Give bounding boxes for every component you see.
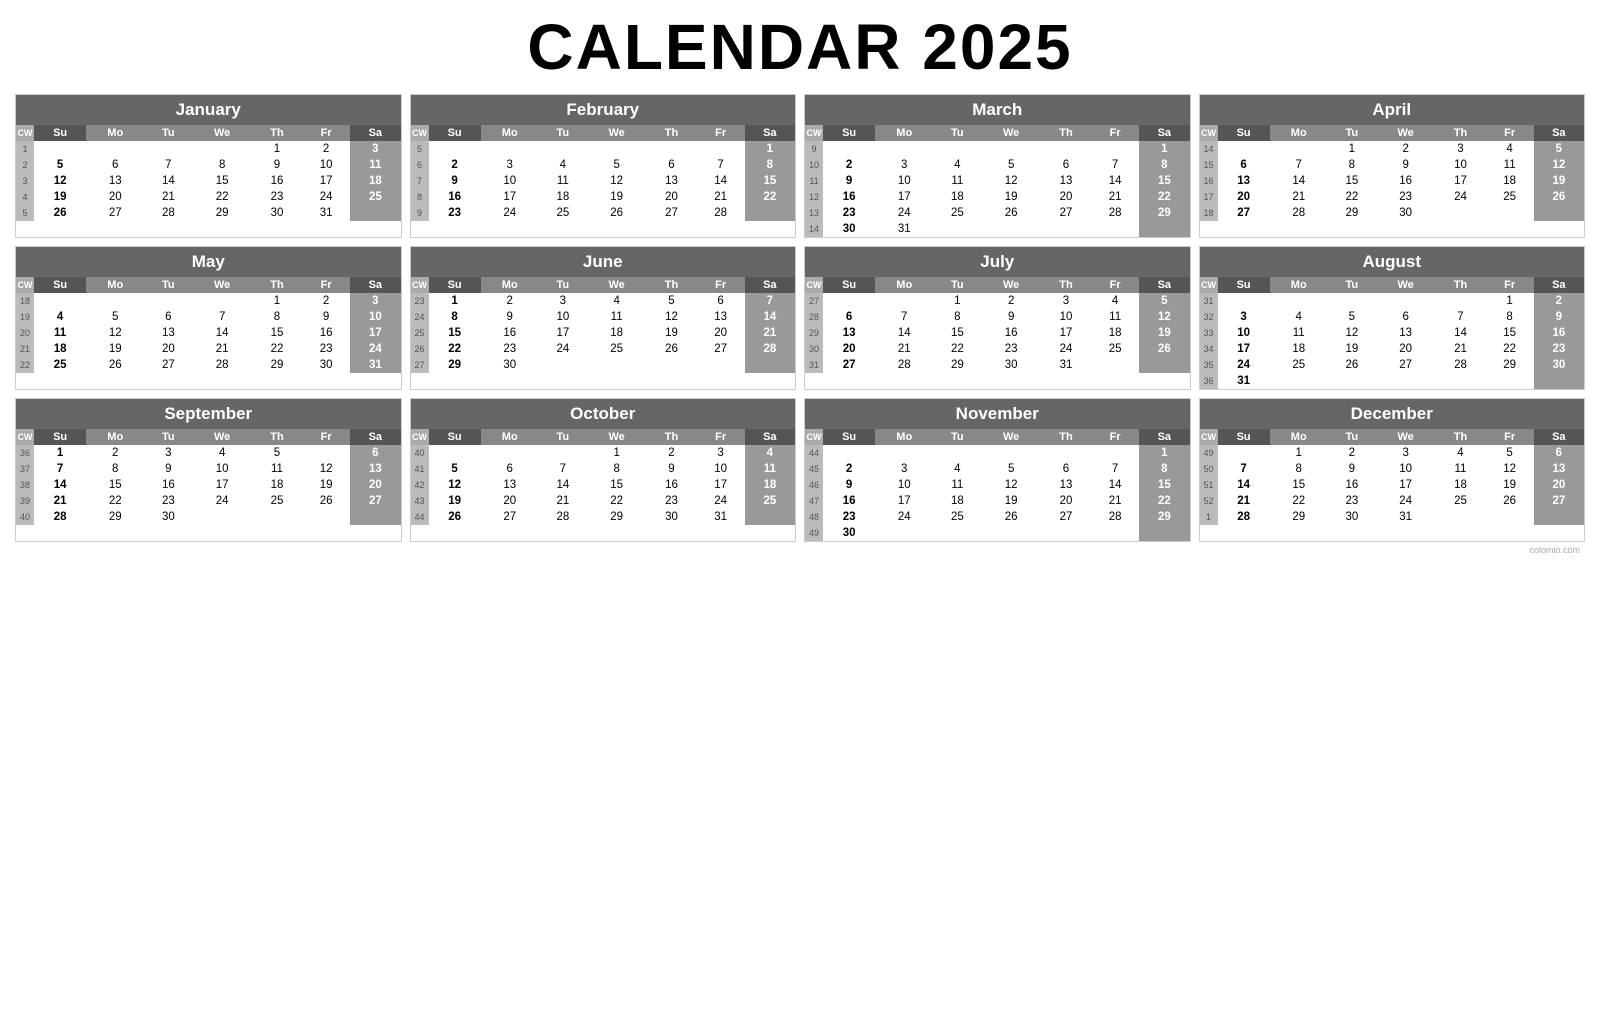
month-title: June <box>411 247 796 277</box>
month-title: September <box>16 399 401 429</box>
month-september: SeptemberCWSuMoTuWeThFrSa361234563778910… <box>15 398 402 542</box>
month-october: OctoberCWSuMoTuWeThFrSa40123441567891011… <box>410 398 797 542</box>
month-june: JuneCWSuMoTuWeThFrSa23123456724891011121… <box>410 246 797 390</box>
calendar-grid: JanuaryCWSuMoTuWeThFrSa11232567891011312… <box>15 94 1585 542</box>
month-title: November <box>805 399 1190 429</box>
month-title: May <box>16 247 401 277</box>
month-december: DecemberCWSuMoTuWeThFrSa4912345650789101… <box>1199 398 1586 542</box>
month-february: FebruaryCWSuMoTuWeThFrSa5162345678791011… <box>410 94 797 238</box>
month-august: AugustCWSuMoTuWeThFrSa311232345678933101… <box>1199 246 1586 390</box>
month-title: February <box>411 95 796 125</box>
page-title: CALENDAR 2025 <box>15 10 1585 84</box>
month-title: July <box>805 247 1190 277</box>
month-march: MarchCWSuMoTuWeThFrSa9110234567811910111… <box>804 94 1191 238</box>
month-november: NovemberCWSuMoTuWeThFrSa4414523456784691… <box>804 398 1191 542</box>
month-title: April <box>1200 95 1585 125</box>
month-may: MayCWSuMoTuWeThFrSa181231945678910201112… <box>15 246 402 390</box>
month-title: October <box>411 399 796 429</box>
month-january: JanuaryCWSuMoTuWeThFrSa11232567891011312… <box>15 94 402 238</box>
month-april: AprilCWSuMoTuWeThFrSa1412345156789101112… <box>1199 94 1586 238</box>
month-title: January <box>16 95 401 125</box>
month-title: August <box>1200 247 1585 277</box>
month-title: March <box>805 95 1190 125</box>
month-july: JulyCWSuMoTuWeThFrSa27123452867891011122… <box>804 246 1191 390</box>
footer-note: colomio.com <box>15 545 1585 555</box>
month-title: December <box>1200 399 1585 429</box>
